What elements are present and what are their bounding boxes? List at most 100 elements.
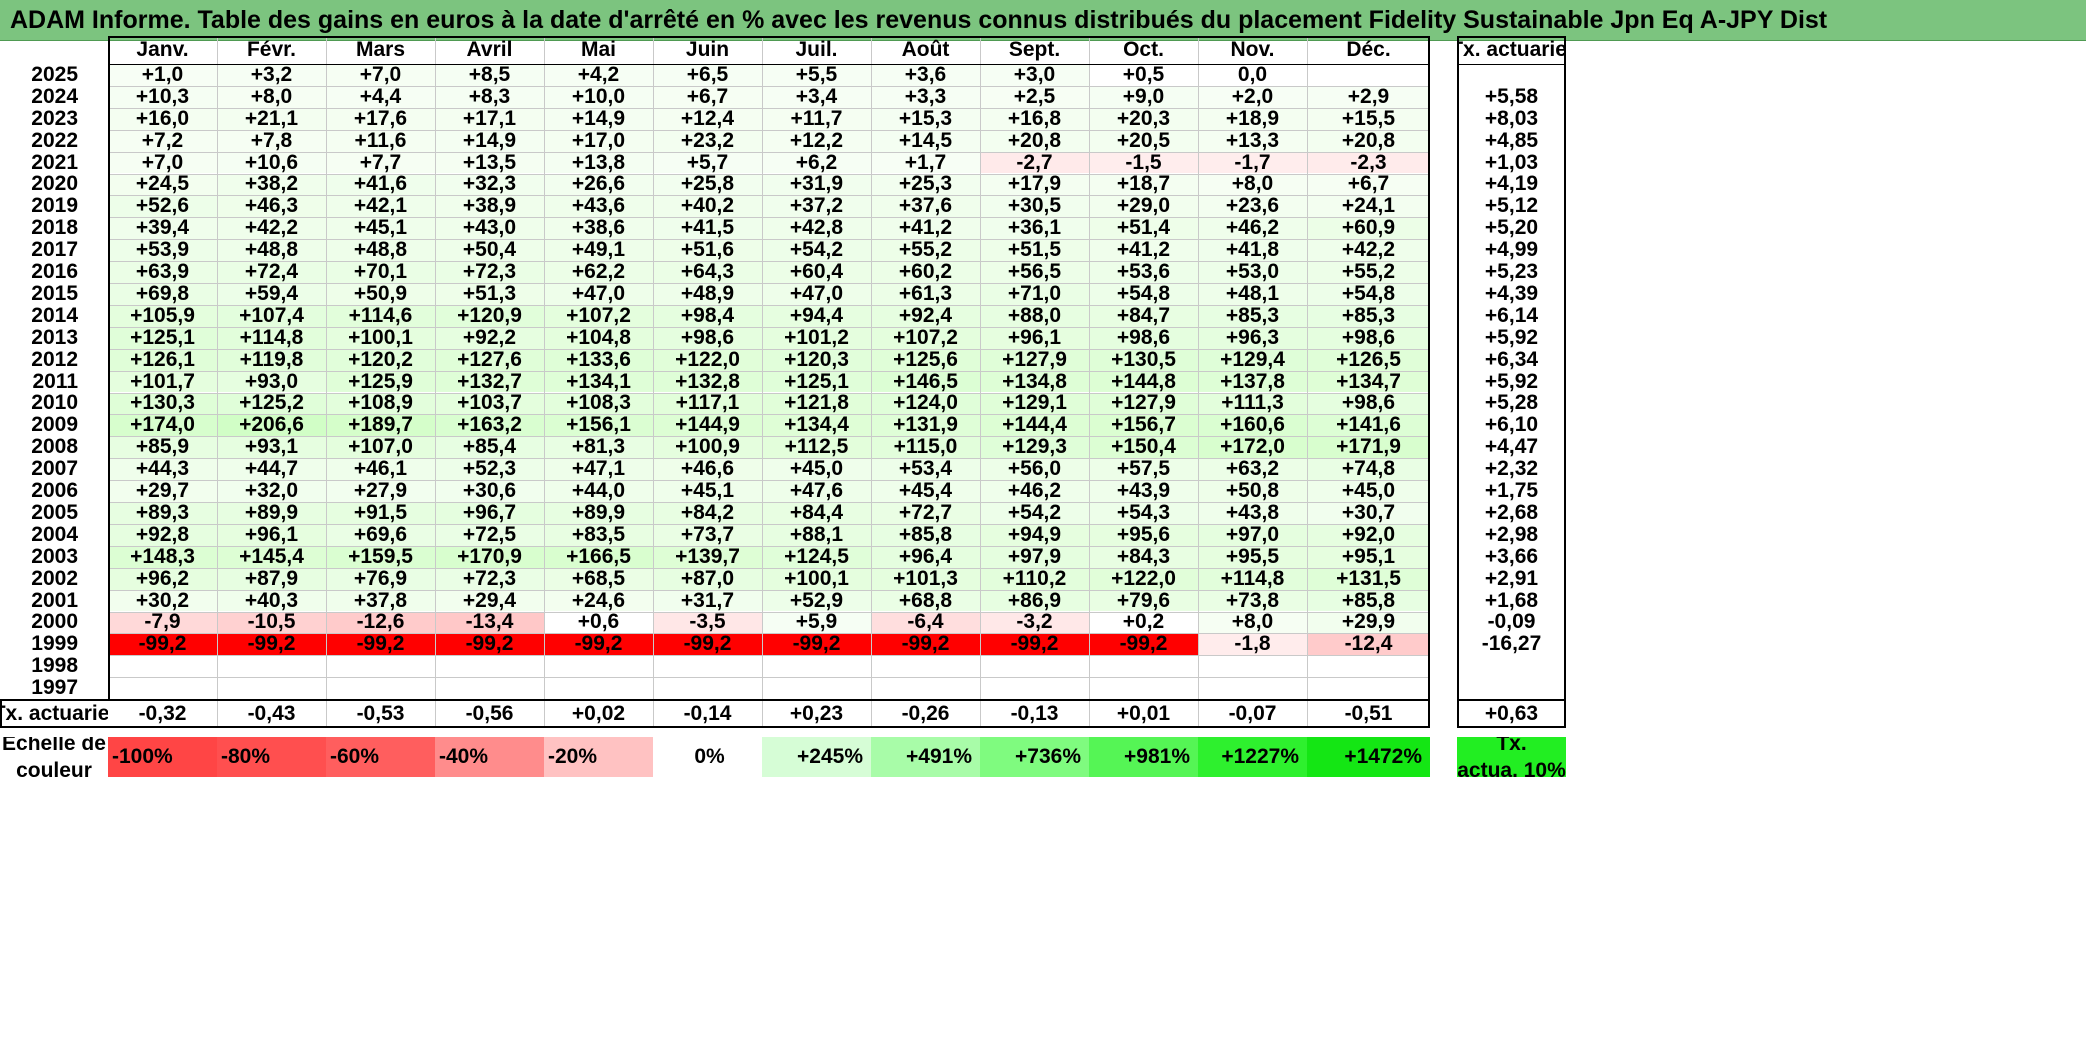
- table-cell: +126,1: [108, 348, 217, 371]
- table-cell: +8,5: [435, 64, 544, 86]
- table-cell: +52,3: [435, 458, 544, 481]
- table-cell: +124,5: [762, 545, 871, 568]
- rate-cell: +2,91: [1484, 567, 1539, 590]
- table-cell: +14,9: [435, 129, 544, 152]
- grid-line: [108, 283, 1430, 284]
- table-cell: +112,5: [762, 436, 871, 459]
- grid-line: [871, 36, 872, 700]
- table-cell: +1,7: [871, 151, 980, 174]
- table-cell: +37,6: [871, 195, 980, 218]
- table-cell: +6,2: [762, 151, 871, 174]
- grid-line: [108, 458, 1430, 460]
- table-cell: +30,6: [435, 480, 544, 502]
- table-cell: +93,1: [217, 436, 326, 459]
- table-cell: +20,8: [980, 129, 1089, 152]
- year-label: 2006: [31, 480, 78, 502]
- table-cell: [544, 677, 653, 700]
- grid-line: [108, 239, 1430, 241]
- table-cell: +7,0: [326, 64, 435, 86]
- rate-cell: +2,32: [1484, 458, 1539, 481]
- footer-cell: -0,56: [465, 701, 514, 725]
- table-cell: +72,4: [217, 261, 326, 283]
- table-cell: +92,4: [871, 304, 980, 327]
- year-label: 2004: [31, 523, 78, 546]
- month-header: Sept.: [1008, 38, 1061, 61]
- table-cell: +174,0: [108, 414, 217, 437]
- scale-swatch: -100%: [108, 737, 217, 777]
- table-cell: +159,5: [326, 545, 435, 568]
- table-cell: +72,3: [435, 261, 544, 283]
- table-cell: [1307, 677, 1430, 700]
- year-label: 1997: [31, 677, 78, 700]
- table-cell: +0,6: [544, 611, 653, 634]
- grid-line: [435, 36, 436, 700]
- table-cell: +122,0: [1089, 567, 1198, 590]
- table-cell: [108, 655, 217, 678]
- table-cell: +100,1: [762, 567, 871, 590]
- table-cell: +133,6: [544, 348, 653, 371]
- grid-line: [108, 217, 1430, 219]
- table-cell: +92,8: [108, 523, 217, 546]
- table-cell: +98,6: [1307, 392, 1430, 415]
- grid-line: [326, 36, 327, 700]
- table-cell: +89,3: [108, 502, 217, 524]
- table-cell: +15,5: [1307, 107, 1430, 130]
- table-cell: +137,8: [1198, 370, 1307, 393]
- table-cell: -12,6: [326, 611, 435, 634]
- table-cell: +53,6: [1089, 261, 1198, 283]
- rate-cell: +5,58: [1484, 85, 1539, 108]
- table-cell: +111,3: [1198, 392, 1307, 415]
- table-cell: +54,8: [1307, 283, 1430, 305]
- table-cell: +8,3: [435, 85, 544, 108]
- table-cell: +17,9: [980, 173, 1089, 196]
- table-cell: +15,3: [871, 107, 980, 130]
- table-cell: +129,1: [980, 392, 1089, 415]
- footer-cell: -0,07: [1228, 701, 1277, 725]
- table-cell: +24,1: [1307, 195, 1430, 218]
- grid-line: [108, 151, 1430, 153]
- table-cell: +29,4: [435, 589, 544, 612]
- scale-swatch: -40%: [435, 737, 544, 777]
- rate-cell: +4,85: [1484, 129, 1539, 152]
- table-cell: +60,9: [1307, 217, 1430, 240]
- scale-swatch: +491%: [871, 737, 980, 777]
- rate-cell: +5,28: [1484, 392, 1539, 415]
- grid-line: [108, 545, 1430, 547]
- year-label: 2000: [31, 611, 78, 634]
- table-cell: +89,9: [544, 502, 653, 524]
- table-cell: [653, 677, 762, 700]
- table-cell: +14,9: [544, 107, 653, 130]
- table-cell: +41,5: [653, 217, 762, 240]
- table-cell: +53,9: [108, 239, 217, 262]
- grid-line: [108, 326, 1430, 328]
- grid-line: [1307, 701, 1308, 726]
- footer-cell: +0,02: [571, 701, 626, 725]
- table-cell: +38,6: [544, 217, 653, 240]
- table-cell: +71,0: [980, 283, 1089, 305]
- table-cell: +6,7: [653, 85, 762, 108]
- table-cell: +31,9: [762, 173, 871, 196]
- table-cell: +2,9: [1307, 85, 1430, 108]
- table-cell: +3,2: [217, 64, 326, 86]
- table-cell: +76,9: [326, 567, 435, 590]
- table-cell: +40,3: [217, 589, 326, 612]
- table-cell: -99,2: [871, 633, 980, 656]
- table-cell: +100,9: [653, 436, 762, 459]
- table-cell: +124,0: [871, 392, 980, 415]
- table-cell: +2,0: [1198, 85, 1307, 108]
- table-cell: -3,5: [653, 611, 762, 634]
- table-cell: +94,4: [762, 304, 871, 327]
- table-cell: +146,5: [871, 370, 980, 393]
- grid-line: [1198, 36, 1199, 700]
- grid-line: [762, 701, 763, 726]
- table-cell: +57,5: [1089, 458, 1198, 481]
- table-cell: +68,8: [871, 589, 980, 612]
- table-cell: [871, 655, 980, 678]
- grid-line: [435, 701, 436, 726]
- table-cell: +98,6: [1089, 326, 1198, 349]
- table-cell: +92,2: [435, 326, 544, 349]
- grid-line: [108, 392, 1430, 394]
- table-cell: +61,3: [871, 283, 980, 305]
- table-cell: +52,6: [108, 195, 217, 218]
- table-cell: +115,0: [871, 436, 980, 459]
